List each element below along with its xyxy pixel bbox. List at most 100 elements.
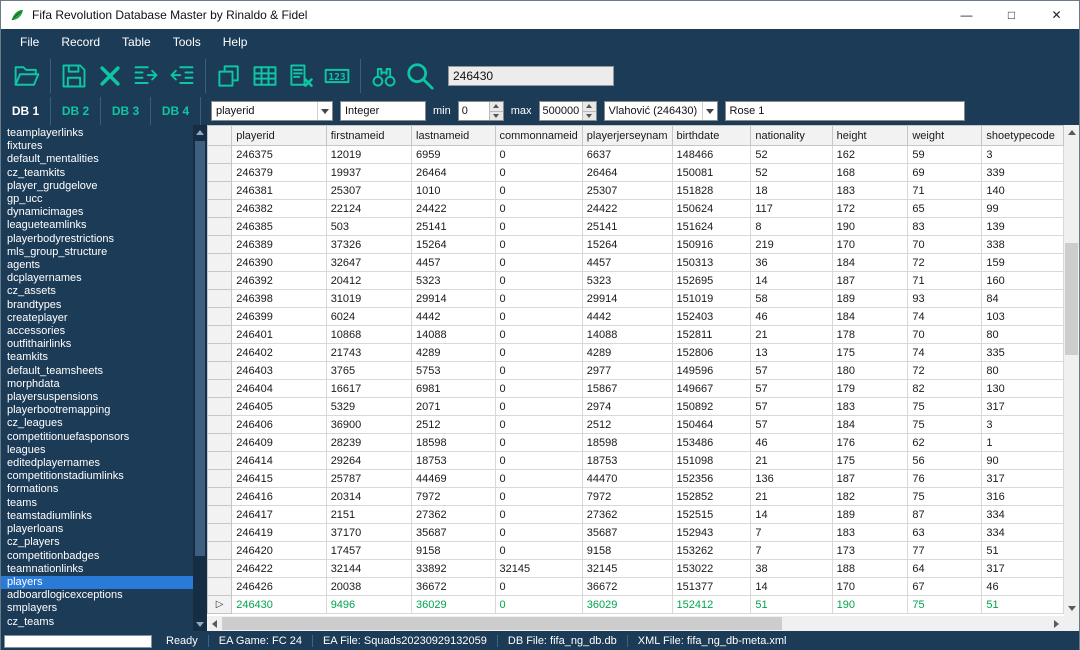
cell[interactable]: 151098 bbox=[672, 452, 751, 470]
cell[interactable]: 246420 bbox=[232, 542, 326, 560]
cell[interactable]: 27362 bbox=[412, 506, 496, 524]
column-header-nationality[interactable]: nationality bbox=[751, 126, 832, 146]
cell[interactable]: 36672 bbox=[582, 578, 672, 596]
cell[interactable]: 153022 bbox=[672, 560, 751, 578]
table-row[interactable]: 2464172151273620273621525151418987334 bbox=[208, 506, 1064, 524]
cell[interactable]: 69 bbox=[908, 164, 982, 182]
sidebar-item-cz_teams[interactable]: cz_teams bbox=[1, 616, 193, 629]
table-row[interactable]: 2464033765575302977149596571807280 bbox=[208, 362, 1064, 380]
table-row[interactable]: 24638550325141025141151624819083139 bbox=[208, 218, 1064, 236]
cell[interactable]: 72 bbox=[908, 254, 982, 272]
cell[interactable]: 51 bbox=[982, 596, 1064, 614]
sidebar-item-players[interactable]: players bbox=[1, 576, 193, 589]
cell[interactable]: 0 bbox=[495, 398, 582, 416]
cell[interactable]: 82 bbox=[908, 380, 982, 398]
table-row[interactable]: 2464011086814088014088152811211787080 bbox=[208, 326, 1064, 344]
table-row[interactable]: 24639960244442044421524034618474103 bbox=[208, 308, 1064, 326]
row-header[interactable] bbox=[208, 362, 232, 380]
cell[interactable]: 83 bbox=[908, 218, 982, 236]
sidebar-item-competitionstadiumlinks[interactable]: competitionstadiumlinks bbox=[1, 470, 193, 483]
sidebar-item-cz_assets[interactable]: cz_assets bbox=[1, 285, 193, 298]
cell[interactable]: 246415 bbox=[232, 470, 326, 488]
min-spinner[interactable] bbox=[458, 101, 504, 121]
cell[interactable]: 19937 bbox=[326, 164, 411, 182]
cell[interactable]: 20314 bbox=[326, 488, 411, 506]
sidebar-item-playerloans[interactable]: playerloans bbox=[1, 523, 193, 536]
cell[interactable]: 67 bbox=[908, 578, 982, 596]
cell[interactable]: 21743 bbox=[326, 344, 411, 362]
table-row[interactable]: 246392204125323053231526951418771160 bbox=[208, 272, 1064, 290]
table-row[interactable]: 246389373261526401526415091621917070338 bbox=[208, 236, 1064, 254]
cell[interactable]: 25787 bbox=[326, 470, 411, 488]
grid-horizontal-scrollbar[interactable] bbox=[207, 616, 1064, 631]
cell[interactable]: 335 bbox=[982, 344, 1064, 362]
row-header[interactable] bbox=[208, 416, 232, 434]
cell[interactable]: 152356 bbox=[672, 470, 751, 488]
cell[interactable]: 15264 bbox=[582, 236, 672, 254]
cell[interactable]: 150464 bbox=[672, 416, 751, 434]
cell[interactable]: 52 bbox=[751, 146, 832, 164]
cell[interactable]: 219 bbox=[751, 236, 832, 254]
cell[interactable]: 190 bbox=[832, 218, 908, 236]
cell[interactable]: 38 bbox=[751, 560, 832, 578]
sidebar-item-fixtures[interactable]: fixtures bbox=[1, 140, 193, 153]
cell[interactable]: 338 bbox=[982, 236, 1064, 254]
table-row[interactable]: 2464223214433892321453214515302238188643… bbox=[208, 560, 1064, 578]
cell[interactable]: 152811 bbox=[672, 326, 751, 344]
cell[interactable]: 4289 bbox=[412, 344, 496, 362]
cell[interactable]: 35687 bbox=[582, 524, 672, 542]
table-row[interactable]: 2463751201969590663714846652162593 bbox=[208, 146, 1064, 164]
cell[interactable]: 18598 bbox=[412, 434, 496, 452]
cell[interactable]: 9158 bbox=[582, 542, 672, 560]
cell[interactable]: 4457 bbox=[412, 254, 496, 272]
cell[interactable]: 189 bbox=[832, 506, 908, 524]
cell[interactable]: 172 bbox=[832, 200, 908, 218]
search-button[interactable] bbox=[402, 57, 438, 95]
cell[interactable]: 148466 bbox=[672, 146, 751, 164]
sidebar-item-teamstadiumlinks[interactable]: teamstadiumlinks bbox=[1, 510, 193, 523]
scroll-right-icon[interactable] bbox=[1049, 616, 1064, 631]
cell[interactable]: 17457 bbox=[326, 542, 411, 560]
cell[interactable]: 0 bbox=[495, 542, 582, 560]
cell[interactable]: 117 bbox=[751, 200, 832, 218]
cell[interactable]: 8 bbox=[751, 218, 832, 236]
cell[interactable]: 246406 bbox=[232, 416, 326, 434]
close-button[interactable]: ✕ bbox=[1034, 1, 1079, 29]
cell[interactable]: 26464 bbox=[412, 164, 496, 182]
sidebar-item-competitionbadges[interactable]: competitionbadges bbox=[1, 550, 193, 563]
sidebar-item-playerbodyrestrictions[interactable]: playerbodyrestrictions bbox=[1, 233, 193, 246]
scroll-left-icon[interactable] bbox=[207, 616, 222, 631]
row-header[interactable] bbox=[208, 398, 232, 416]
cell[interactable]: 56 bbox=[908, 452, 982, 470]
sidebar-item-formations[interactable]: formations bbox=[1, 483, 193, 496]
spin-up-icon[interactable] bbox=[490, 102, 503, 112]
row-header[interactable] bbox=[208, 506, 232, 524]
sidebar-scrollbar-thumb[interactable] bbox=[195, 141, 205, 556]
cell[interactable]: 5323 bbox=[582, 272, 672, 290]
sidebar-item-editedplayernames[interactable]: editedplayernames bbox=[1, 457, 193, 470]
open-folder-button[interactable] bbox=[9, 57, 45, 95]
column-header-weight[interactable]: weight bbox=[908, 126, 982, 146]
cell[interactable]: 179 bbox=[832, 380, 908, 398]
cell[interactable]: 246398 bbox=[232, 290, 326, 308]
cell[interactable]: 0 bbox=[495, 362, 582, 380]
cell[interactable]: 150081 bbox=[672, 164, 751, 182]
scroll-down-icon[interactable] bbox=[193, 617, 207, 631]
table-row[interactable]: 2464201745791580915815326271737751 bbox=[208, 542, 1064, 560]
column-header-firstnameid[interactable]: firstnameid bbox=[326, 126, 411, 146]
max-input[interactable] bbox=[540, 102, 582, 120]
cell[interactable]: 184 bbox=[832, 254, 908, 272]
cell[interactable]: 9496 bbox=[326, 596, 411, 614]
export-squad-button[interactable] bbox=[164, 57, 200, 95]
table-row[interactable]: 2464041661769810158671496675717982130 bbox=[208, 380, 1064, 398]
cell[interactable]: 57 bbox=[751, 398, 832, 416]
cell[interactable]: 151019 bbox=[672, 290, 751, 308]
cell[interactable]: 70 bbox=[908, 236, 982, 254]
cell[interactable]: 246381 bbox=[232, 182, 326, 200]
cell[interactable]: 0 bbox=[495, 488, 582, 506]
spin-down-icon[interactable] bbox=[583, 112, 596, 121]
cell[interactable]: 32145 bbox=[582, 560, 672, 578]
cell[interactable]: 150313 bbox=[672, 254, 751, 272]
sidebar-item-adboardlogicexceptions[interactable]: adboardlogicexceptions bbox=[1, 589, 193, 602]
cell[interactable]: 21 bbox=[751, 326, 832, 344]
